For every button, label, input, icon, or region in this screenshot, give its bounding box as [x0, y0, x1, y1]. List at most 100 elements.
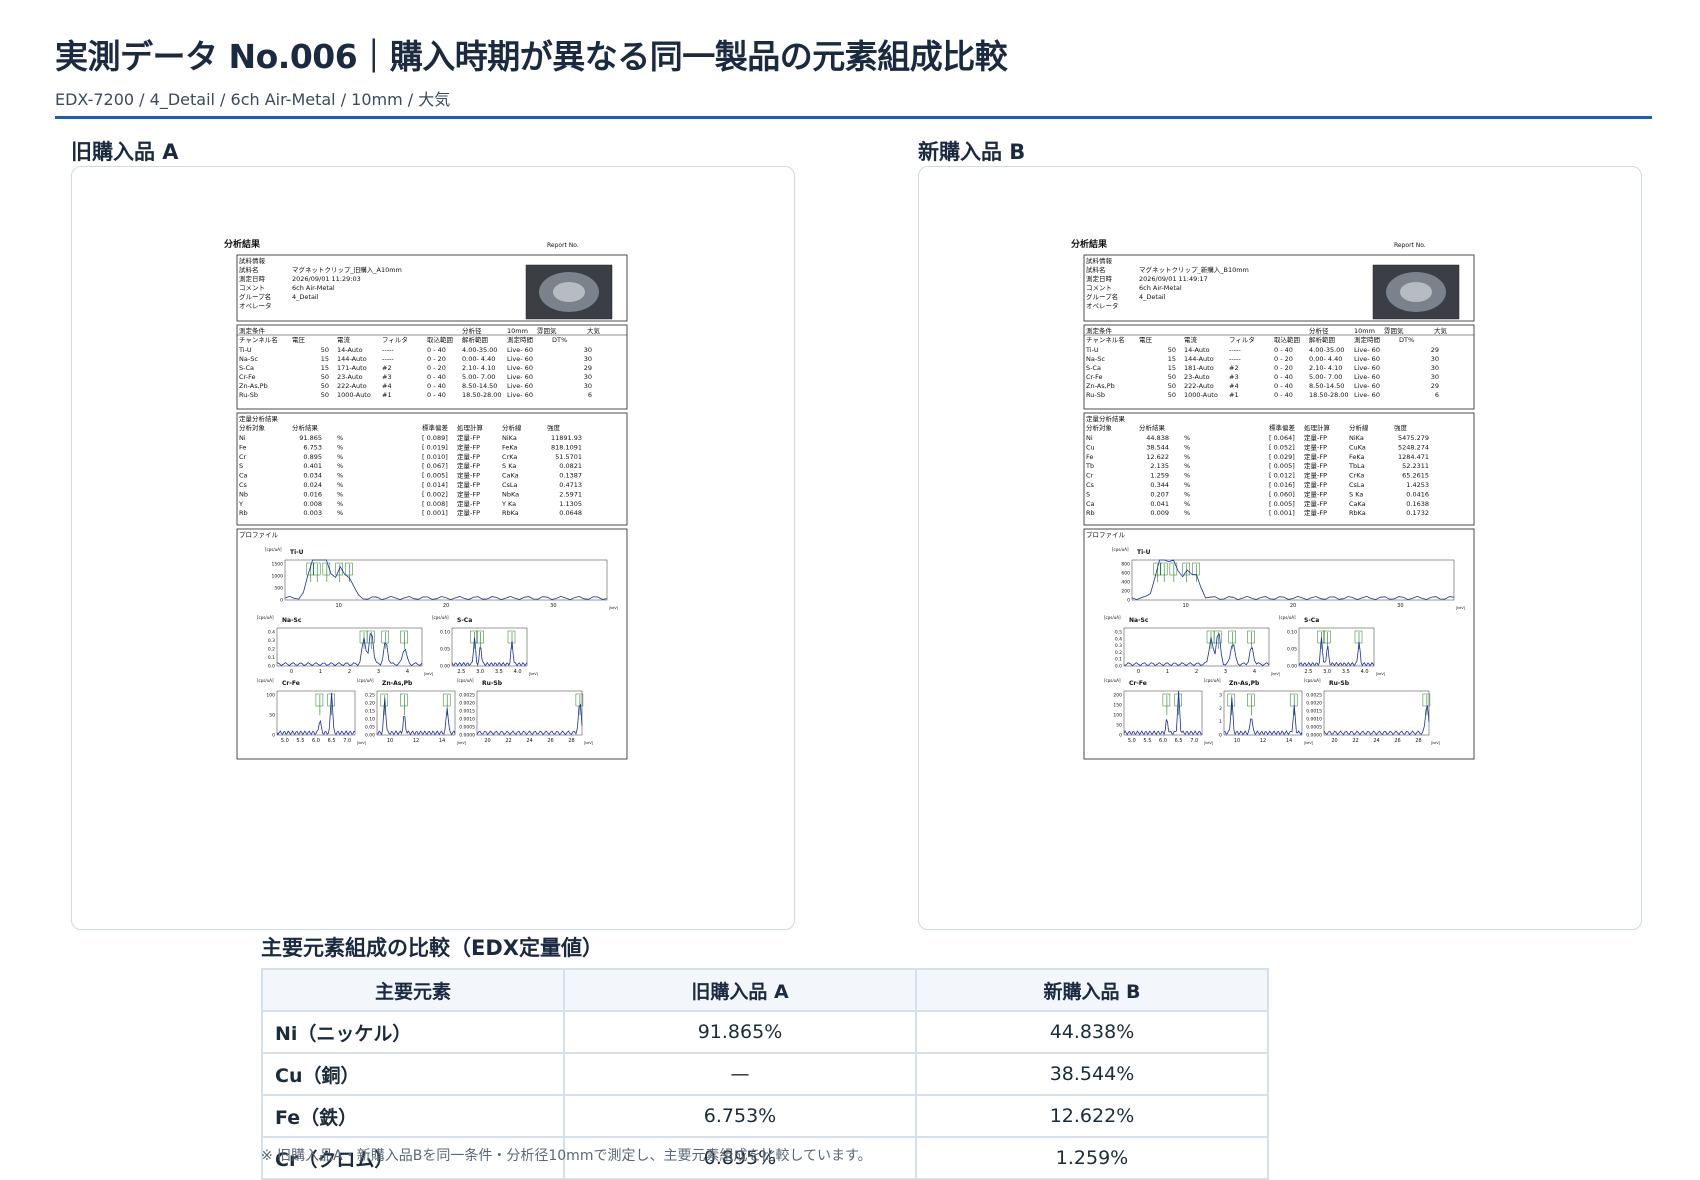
quant-method: 定量-FP	[457, 442, 480, 451]
condition-extra: 大気	[587, 326, 601, 335]
value-b: 1.259%	[915, 1136, 1269, 1180]
quant-method: 定量-FP	[457, 480, 480, 489]
value-b: 12.622%	[915, 1094, 1269, 1138]
spectrum-line	[451, 637, 528, 667]
quant-stddev: [ 0.014]	[422, 481, 448, 489]
condition-cell: Na-Sc	[239, 355, 258, 363]
condition-cell: 0 - 40	[1274, 382, 1293, 390]
value-b: 38.544%	[915, 1052, 1269, 1096]
quant-unit: %	[337, 509, 343, 517]
quant-value: 0.344	[1150, 481, 1169, 489]
quant-stddev: [ 0.008]	[422, 500, 448, 508]
report-panel-b: 分析結果 Report No. 試料情報 試料名 マグネットクリップ_新購入_B10mm…	[918, 166, 1642, 930]
quant-line: S Ka	[1349, 490, 1363, 498]
peak-label-box	[1159, 562, 1168, 576]
x-unit: [keV]	[357, 741, 367, 745]
info-value: 6ch Air-Metal	[1139, 284, 1182, 292]
plot-unit: [cps/uA]	[1304, 678, 1321, 683]
header-element: 主要元素	[261, 968, 565, 1012]
condition-cell: #2	[382, 364, 392, 372]
quant-header: 分析線	[1349, 423, 1369, 432]
quant-stddev: [ 0.029]	[1269, 453, 1295, 461]
y-tick: 0.0000	[459, 733, 475, 739]
quant-line: RbKa	[1349, 509, 1366, 517]
y-tick: 0.3	[1115, 643, 1122, 649]
x-tick: 2	[348, 669, 351, 675]
condition-cell: 6	[588, 391, 592, 399]
y-tick: 0.00	[440, 664, 450, 670]
condition-cell: -----	[382, 355, 394, 363]
condition-cell: Live- 60	[1354, 355, 1380, 363]
quant-element: Cs	[1086, 481, 1095, 489]
condition-cell: 1000-Auto	[1184, 391, 1218, 399]
x-unit: [keV]	[584, 741, 594, 745]
condition-cell: Live- 60	[1354, 382, 1380, 390]
quant-unit: %	[1184, 434, 1190, 442]
report-panel-a: 分析結果 Report No. 試料情報 試料名 マグネットクリップ_旧購入_A10mm…	[71, 166, 795, 930]
y-tick: 0.4	[268, 630, 275, 636]
y-tick: 0.15	[365, 709, 375, 715]
quant-unit: %	[1184, 481, 1190, 489]
quant-intensity: 0.0416	[1406, 490, 1429, 498]
quant-unit: %	[337, 472, 343, 480]
y-tick: 0.0025	[1306, 693, 1322, 699]
quant-stddev: [ 0.067]	[422, 462, 448, 470]
quant-method: 定量-FP	[1304, 508, 1327, 517]
condition-cell: 15	[321, 355, 329, 363]
y-tick: 1500	[272, 562, 284, 568]
quant-unit: %	[1184, 443, 1190, 451]
y-tick: 0.05	[440, 647, 450, 653]
peak-label-box	[1247, 630, 1255, 644]
spectrum-line	[1123, 633, 1270, 667]
condition-cell: 18.50-28.00	[462, 391, 502, 399]
x-tick: 6.5	[328, 738, 336, 744]
spectrum-line	[1131, 559, 1455, 601]
peak-label-box	[345, 562, 353, 576]
condition-cell: 0 - 20	[1274, 364, 1293, 372]
quant-line: CsLa	[1349, 481, 1365, 489]
condition-cell: 30	[584, 355, 592, 363]
y-tick: 0.4	[1115, 636, 1122, 642]
quant-stddev: [ 0.089]	[422, 434, 448, 442]
quant-line: NbKa	[502, 490, 519, 498]
element-name: Cu（銅）	[261, 1052, 565, 1096]
x-tick: 0	[290, 669, 293, 675]
quant-line: NiKa	[502, 434, 517, 442]
peak-label-box	[1192, 562, 1200, 576]
y-tick: 0	[280, 598, 283, 604]
quant-header: 処理計算	[457, 423, 484, 432]
y-tick: 100	[266, 693, 275, 699]
x-unit: [keV]	[609, 606, 619, 610]
page-subtitle: EDX-7200 / 4_Detail / 6ch Air-Metal / 10…	[55, 90, 451, 109]
condition-cell: 0 - 40	[427, 391, 446, 399]
x-tick: 20	[1290, 603, 1296, 609]
y-tick: 0.0015	[459, 709, 475, 715]
quant-value: 2.135	[1150, 462, 1169, 470]
y-tick: 0.05	[365, 725, 375, 731]
quant-stddev: [ 0.052]	[1269, 443, 1295, 451]
x-tick: 5.0	[281, 738, 289, 744]
quant-method: 定量-FP	[457, 452, 480, 461]
peak-label-box	[1228, 630, 1236, 644]
quant-intensity: 51.5701	[555, 453, 582, 461]
quant-unit: %	[1184, 490, 1190, 498]
quant-line: CuKa	[1349, 443, 1366, 451]
quant-intensity: 0.0648	[559, 509, 582, 517]
info-value: 4_Detail	[1139, 293, 1166, 301]
condition-header: DT%	[1399, 336, 1414, 344]
panel-label-b: 新購入品 B	[918, 140, 1026, 164]
x-tick: 3.0	[1323, 669, 1331, 675]
footnote: ※ 旧購入品A・新購入品Bを同一条件・分析径10mmで測定し、主要元素組成を比較…	[261, 1148, 872, 1164]
x-tick: 4.0	[1361, 669, 1369, 675]
plot-name: Zn-As,Pb	[382, 680, 413, 687]
condition-extra: 分析径	[462, 326, 482, 335]
condition-cell: 29	[584, 364, 592, 372]
spectrum-line	[276, 632, 423, 667]
condition-extra: 10mm	[1354, 327, 1375, 335]
condition-cell: Live- 60	[507, 373, 533, 381]
plot-unit: [cps/uA]	[457, 678, 474, 683]
condition-cell: -----	[1229, 355, 1241, 363]
condition-cell: #4	[1229, 382, 1239, 390]
x-unit: [keV]	[1376, 672, 1386, 676]
quant-line: CsLa	[502, 481, 518, 489]
